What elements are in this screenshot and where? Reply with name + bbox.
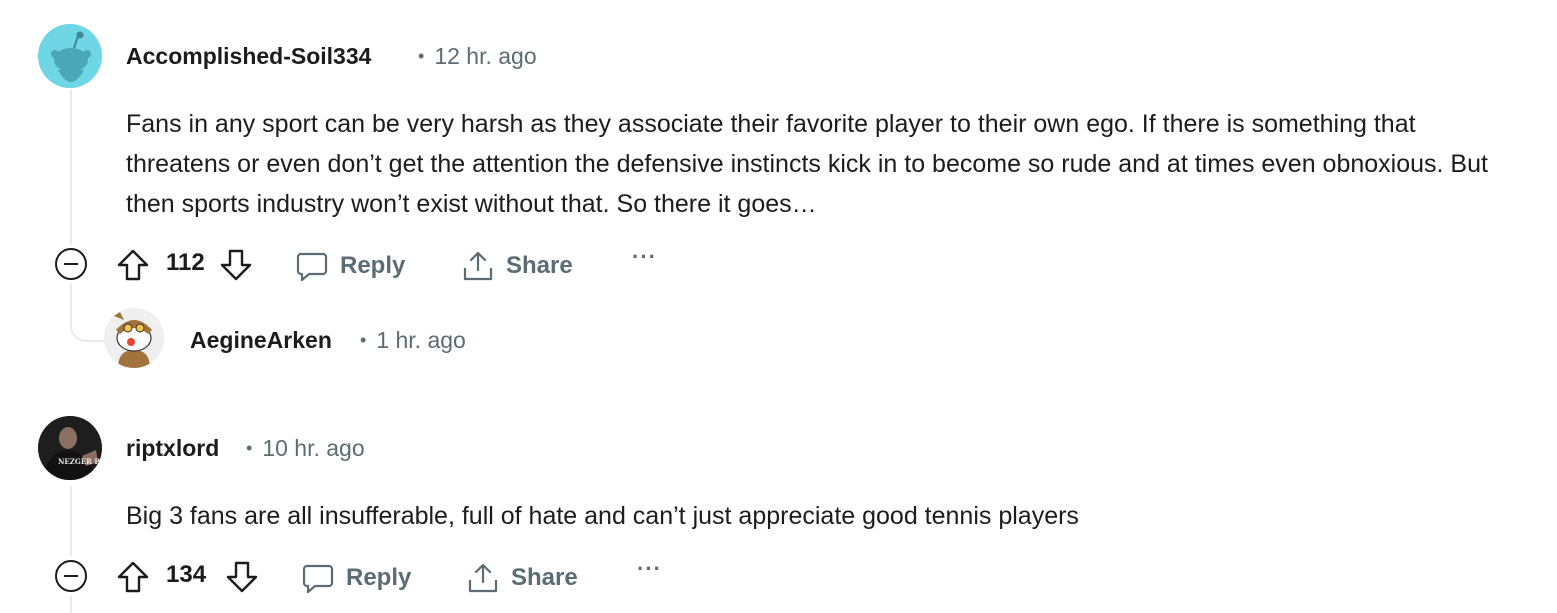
comment-bubble-icon xyxy=(296,252,328,282)
collapse-thread-button[interactable] xyxy=(55,248,87,280)
share-icon xyxy=(463,251,493,281)
comment-time: 10 hr. ago xyxy=(262,435,365,461)
downvote-icon[interactable] xyxy=(219,248,253,282)
reddit-snoo-icon xyxy=(38,24,102,88)
comment-author[interactable]: Accomplished-Soil334 xyxy=(126,43,371,70)
avatar[interactable] xyxy=(104,308,164,368)
comment-bubble-icon xyxy=(302,564,334,594)
thread-branch-curve xyxy=(70,300,106,342)
comment-actions: 134 Reply Share ··· xyxy=(50,556,750,600)
comment-timestamp: • 1 hr. ago xyxy=(360,327,466,354)
reply-label: Reply xyxy=(340,252,406,279)
thread-line xyxy=(70,486,72,556)
upvote-icon[interactable] xyxy=(116,248,150,282)
thread-line xyxy=(70,90,72,245)
downvote-icon[interactable] xyxy=(225,560,259,594)
comment-body: Big 3 fans are all insufferable, full of… xyxy=(126,502,1079,530)
share-label: Share xyxy=(506,252,573,279)
reddit-snoo-icon xyxy=(104,308,164,368)
comment-timestamp: • 12 hr. ago xyxy=(418,43,537,70)
share-label: Share xyxy=(511,564,578,591)
vote-score: 134 xyxy=(166,561,207,588)
share-icon xyxy=(468,563,498,593)
meta-separator: • xyxy=(360,330,367,350)
collapse-thread-button[interactable] xyxy=(55,560,87,592)
share-button[interactable]: Share xyxy=(467,556,578,600)
avatar[interactable]: NEZGER BITCH xyxy=(38,416,102,480)
more-options-button[interactable]: ··· xyxy=(632,244,657,284)
share-button[interactable]: Share xyxy=(462,244,573,288)
comment-time: 12 hr. ago xyxy=(434,43,537,69)
reply-label: Reply xyxy=(346,564,412,591)
reply-button[interactable]: Reply xyxy=(302,556,411,600)
comment-body: Fans in any sport can be very harsh as t… xyxy=(126,110,1488,218)
more-options-button[interactable]: ··· xyxy=(637,556,662,596)
user-photo-icon: NEZGER BITCH xyxy=(38,416,102,480)
vote-score: 112 xyxy=(166,249,205,276)
comment-time: 1 hr. ago xyxy=(376,327,466,353)
meta-separator: • xyxy=(246,438,253,458)
reply-button[interactable]: Reply xyxy=(296,244,405,288)
comment-timestamp: • 10 hr. ago xyxy=(246,435,365,462)
upvote-icon[interactable] xyxy=(116,560,150,594)
comment-author[interactable]: riptxlord xyxy=(126,435,219,462)
avatar[interactable] xyxy=(38,24,102,88)
meta-separator: • xyxy=(418,46,425,66)
comment-actions: 112 Reply Share ··· xyxy=(50,244,750,288)
comment-author[interactable]: AegineArken xyxy=(190,327,332,354)
avatar-shirt-text: NEZGER BITCH xyxy=(58,457,102,466)
